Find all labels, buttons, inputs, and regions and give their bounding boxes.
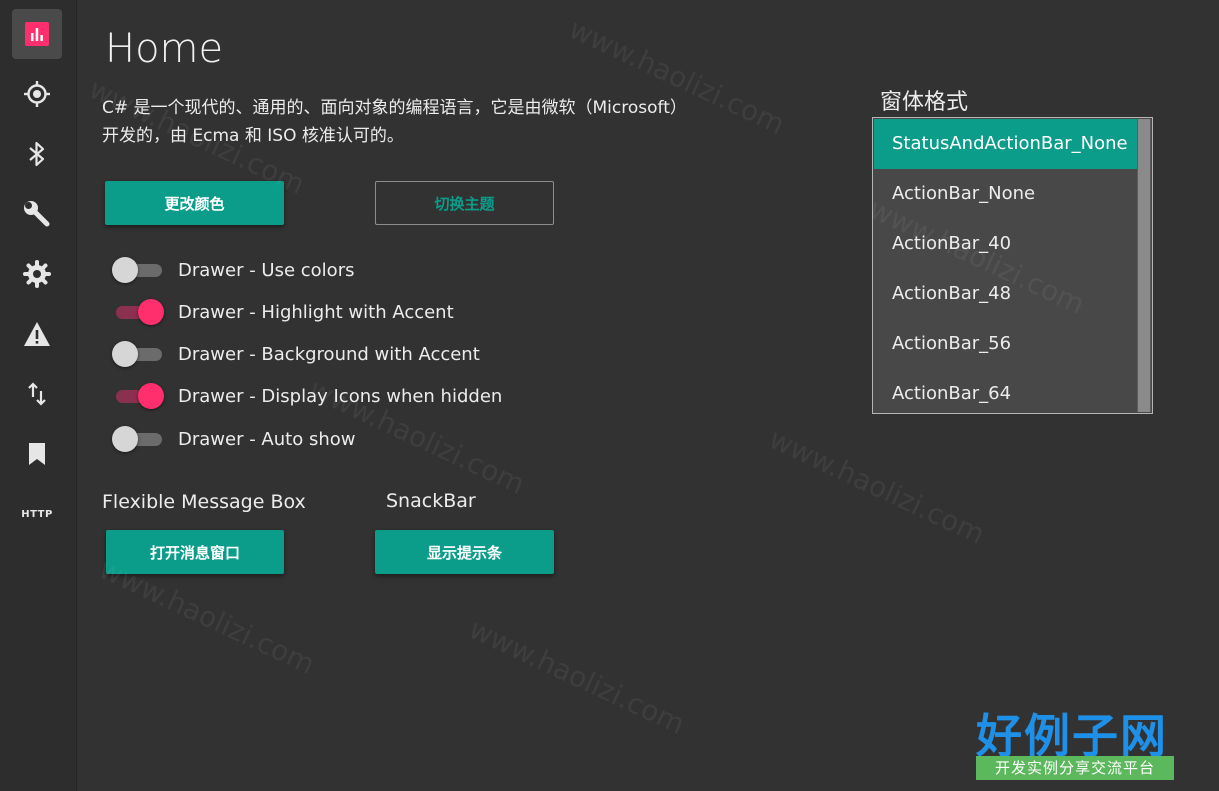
http-icon: HTTP (21, 508, 53, 520)
change-color-button[interactable]: 更改颜色 (105, 181, 284, 225)
toggle-row-use-colors: Drawer - Use colors (112, 255, 354, 285)
nav-item-chart[interactable] (12, 9, 62, 59)
background-accent-toggle[interactable] (112, 339, 164, 369)
list-item[interactable]: ActionBar_None (874, 169, 1137, 219)
toggle-label: Drawer - Highlight with Accent (178, 301, 454, 323)
list-item[interactable]: ActionBar_48 (874, 269, 1137, 319)
list-item[interactable]: StatusAndActionBar_None (874, 119, 1137, 169)
bookmark-icon (27, 441, 47, 467)
nav-item-transfer[interactable] (12, 369, 62, 419)
list-item[interactable]: ActionBar_56 (874, 319, 1137, 369)
list-item[interactable]: ActionBar_40 (874, 219, 1137, 269)
toggle-row-background-accent: Drawer - Background with Accent (112, 339, 480, 369)
display-icons-toggle[interactable] (112, 381, 164, 411)
nav-item-bookmark[interactable] (12, 429, 62, 479)
swap-vertical-icon (25, 381, 49, 407)
highlight-accent-toggle[interactable] (112, 297, 164, 327)
bluetooth-icon (27, 141, 47, 167)
listbox-scrollbar[interactable] (1137, 119, 1151, 412)
nav-item-bluetooth[interactable] (12, 129, 62, 179)
crosshair-icon (23, 80, 51, 108)
nav-item-http[interactable]: HTTP (12, 489, 62, 539)
nav-item-tools[interactable] (12, 189, 62, 239)
toggle-label: Drawer - Auto show (178, 428, 356, 450)
navigation-drawer: HTTP (0, 0, 77, 791)
nav-item-warning[interactable] (12, 309, 62, 359)
toggle-row-auto-show: Drawer - Auto show (112, 424, 355, 454)
site-logo-subtitle: 开发实例分享交流平台 (976, 756, 1174, 780)
window-format-title: 窗体格式 (880, 90, 969, 115)
gear-icon (23, 260, 51, 288)
toggle-label: Drawer - Use colors (178, 259, 355, 281)
use-colors-toggle[interactable] (112, 255, 164, 285)
toggle-row-display-icons: Drawer - Display Icons when hidden (112, 381, 502, 411)
watermark-text: www.haolizi.com (463, 612, 690, 741)
chart-icon (24, 21, 50, 47)
show-snackbar-button[interactable]: 显示提示条 (375, 530, 554, 574)
warning-icon (23, 321, 51, 347)
window-format-listbox[interactable]: StatusAndActionBar_None ActionBar_None A… (872, 117, 1153, 414)
switch-theme-button[interactable]: 切换主题 (375, 181, 554, 225)
message-box-section-label: Flexible Message Box (102, 491, 306, 513)
page-description: C# 是一个现代的、通用的、面向对象的编程语言，它是由微软（Microsoft）… (102, 98, 687, 146)
toggle-label: Drawer - Background with Accent (178, 343, 480, 365)
toggle-row-highlight-accent: Drawer - Highlight with Accent (112, 297, 454, 327)
nav-item-location[interactable] (12, 69, 62, 119)
watermark-text: www.haolizi.com (763, 422, 990, 551)
open-message-box-button[interactable]: 打开消息窗口 (106, 530, 284, 574)
nav-item-settings[interactable] (12, 249, 62, 299)
wrench-icon (23, 200, 51, 228)
auto-show-toggle[interactable] (112, 424, 164, 454)
page-title: Home (105, 26, 224, 72)
snackbar-section-label: SnackBar (386, 490, 476, 512)
toggle-label: Drawer - Display Icons when hidden (178, 385, 503, 407)
list-item[interactable]: ActionBar_64 (874, 369, 1137, 413)
scrollbar-thumb[interactable] (1138, 119, 1150, 412)
